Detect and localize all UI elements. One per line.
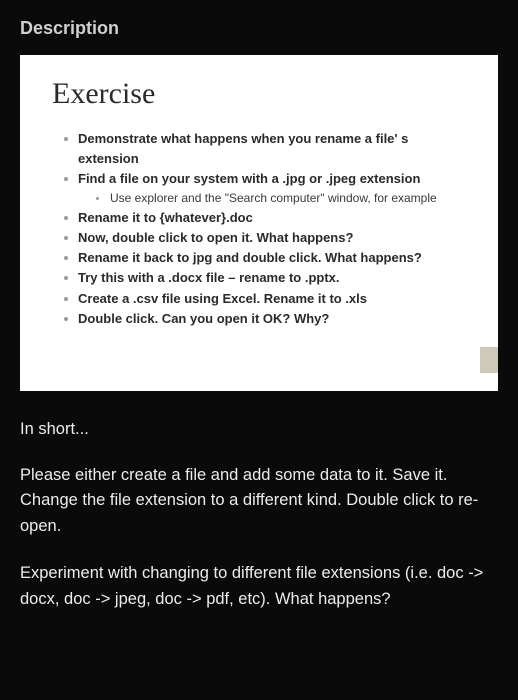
sub-bullet-list: Use explorer and the "Search computer" w… (78, 189, 470, 208)
description-header: Description (20, 18, 498, 39)
bullet-item: Double click. Can you open it OK? Why? (64, 309, 470, 329)
bullet-item: Demonstrate what happens when you rename… (64, 129, 470, 169)
bullet-item: Rename it back to jpg and double click. … (64, 248, 470, 268)
bullet-item: Now, double click to open it. What happe… (64, 228, 470, 248)
instruction-paragraph: Experiment with changing to different fi… (20, 561, 498, 612)
bullet-item: Try this with a .docx file – rename to .… (64, 268, 470, 288)
slide-title: Exercise (52, 77, 470, 111)
bullet-item: Rename it to {whatever}.doc (64, 208, 470, 228)
slide-decoration-stripe (480, 347, 498, 373)
bullet-list: Demonstrate what happens when you rename… (52, 129, 470, 329)
in-short-label: In short... (20, 417, 498, 443)
bullet-item: Find a file on your system with a .jpg o… (64, 169, 470, 208)
exercise-slide: Exercise Demonstrate what happens when y… (20, 55, 498, 391)
bullet-text: Find a file on your system with a .jpg o… (78, 171, 420, 186)
instruction-paragraph: Please either create a file and add some… (20, 463, 498, 540)
bullet-item: Create a .csv file using Excel. Rename i… (64, 289, 470, 309)
sub-bullet-item: Use explorer and the "Search computer" w… (96, 189, 470, 208)
